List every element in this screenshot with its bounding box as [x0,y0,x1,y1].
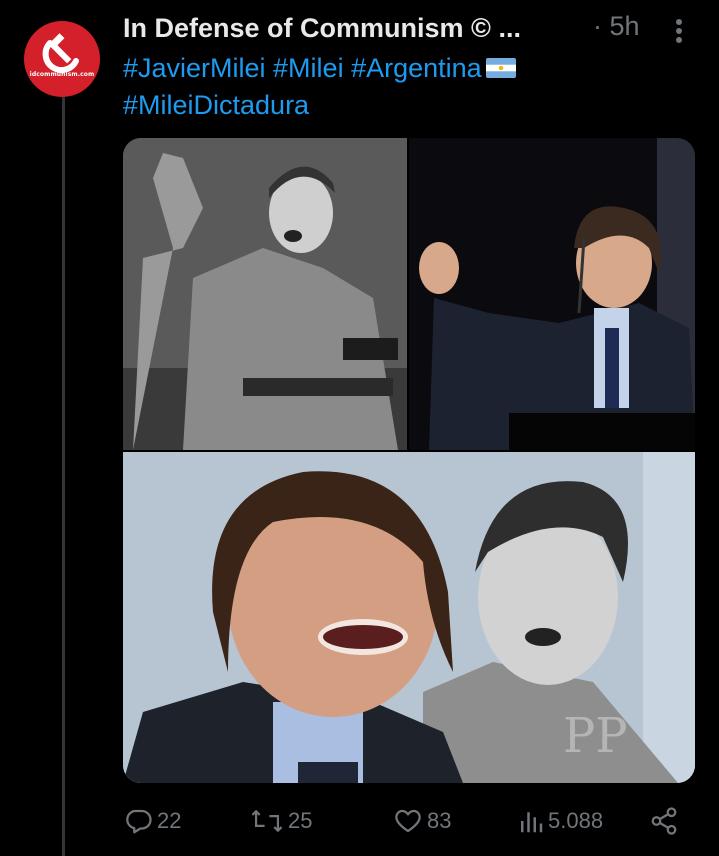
share-icon [651,807,677,835]
repost-button[interactable]: 25 [250,800,312,842]
composite-photo-figure: PP [123,452,695,783]
media-grid[interactable]: PP [123,138,695,783]
heart-icon [395,809,421,833]
views-icon [521,812,543,833]
display-name[interactable]: In Defense of Communism © ... [123,13,521,44]
action-bar: 22 25 83 5.088 [123,800,695,842]
views-count: 5.088 [548,808,604,833]
reply-count: 22 [157,808,182,833]
share-button[interactable] [649,800,679,842]
reply-icon [126,809,152,834]
hammer-sickle-icon [42,33,79,73]
more-button[interactable] [666,16,692,46]
color-photo-figure [409,138,695,450]
avatar-text: idcommunism.com [29,71,95,78]
argentina-flag-icon [485,58,516,78]
hashtags-line-1[interactable]: #JavierMilei #Milei #Argentina [123,53,482,83]
tweet-text: #JavierMilei #Milei #Argentina #MileiDic… [123,50,683,124]
views-button[interactable]: 5.088 [518,800,603,842]
thread-line [62,96,65,856]
avatar[interactable]: idcommunism.com [24,21,100,97]
media-image-1[interactable] [123,138,407,450]
repost-count: 25 [288,808,313,833]
like-button[interactable]: 83 [393,800,451,842]
bw-photo-figure [123,138,407,450]
like-count: 83 [427,808,452,833]
hashtags-line-2[interactable]: #MileiDictadura [123,90,309,120]
media-image-3[interactable]: PP [123,452,695,783]
more-dots-icon [676,19,682,43]
repost-icon [251,809,283,833]
timestamp[interactable]: · 5h [593,11,640,42]
reply-button[interactable]: 22 [123,800,181,842]
tweet-header: In Defense of Communism © ... · 5h [123,8,699,48]
watermark-text: PP [563,708,628,764]
media-image-2[interactable] [409,138,695,450]
